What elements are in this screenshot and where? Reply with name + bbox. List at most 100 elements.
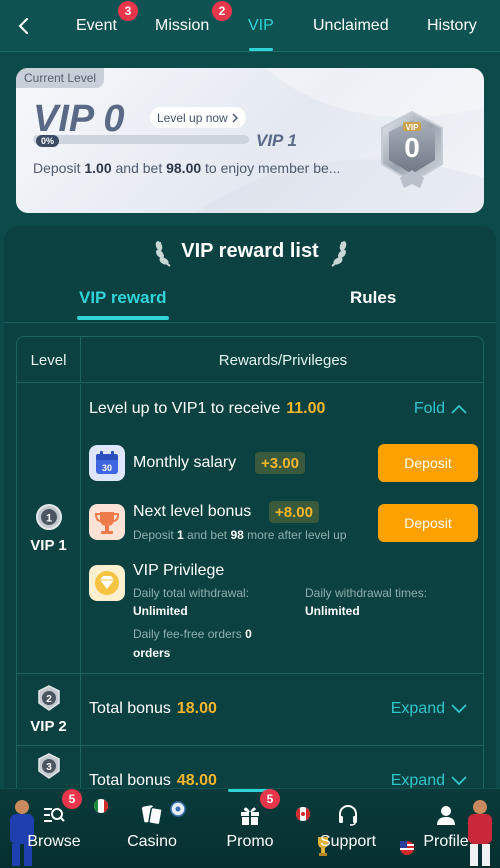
fold-toggle[interactable]: Fold [414,400,467,418]
laurel-right-icon [331,241,347,267]
tab-vip[interactable]: VIP [248,0,274,52]
next-level-bonus-requirement: Deposit 1 and bet 98 more after level up [133,528,347,542]
sub-deposit: 1 [177,528,184,542]
monthly-salary-amount: +3.00 [255,452,305,474]
svg-text:2: 2 [46,694,52,705]
svg-text:3: 3 [46,762,52,773]
sub-bet: 98 [230,528,244,542]
summary-text: Total bonus [89,772,171,789]
total-withdrawal-value: Unlimited [133,604,188,618]
level-3-badge-icon: 3 [37,753,60,779]
monthly-deposit-button[interactable]: Deposit [378,444,478,482]
active-subtab-indicator [77,316,169,320]
tab-rules[interactable]: Rules [350,288,396,308]
sub-tab-label: Rules [350,288,397,307]
chevron-right-icon [232,113,238,122]
feefree-value: 0 [245,627,252,641]
vip-progress-bar [33,135,249,144]
vip1-reward-summary: Level up to VIP1 to receive 11.00 [89,400,325,418]
next-level-deposit-button[interactable]: Deposit [378,504,478,542]
mission-badge: 2 [212,1,232,21]
level-1-badge-icon: 1 [35,504,62,530]
event-badge: 3 [118,1,138,21]
chevron-left-icon [18,17,28,34]
sub-post: more after level up [243,528,347,542]
sub-tab-label: VIP reward [79,288,167,307]
row-divider [17,673,483,674]
nav-label: Support [319,833,377,850]
header-level: Level [17,337,81,383]
row-divider [17,745,483,746]
tab-label: Unclaimed [313,17,389,34]
vip-reward-panel: VIP reward list VIP reward Rules Level R… [4,226,496,806]
fold-label: Fold [413,400,445,417]
trophy-icon [89,504,125,540]
level-cell-vip2: 2 VIP 2 [17,674,81,745]
summary-amount: 48.00 [176,772,217,789]
nav-promo[interactable]: Promo [200,789,300,868]
tab-label: Event [76,17,117,34]
current-vip-card: Current Level VIP 0 Level up now 0% VIP … [16,68,484,213]
total-withdrawal-label: Daily total withdrawal: [133,586,250,600]
summary-amount: 11.00 [286,400,326,417]
sub-pre: Deposit [133,528,178,542]
level-2-badge-icon: 2 [37,685,60,711]
nav-profile[interactable]: Profile [396,789,496,868]
summary-text: Total bonus [89,700,171,717]
back-button[interactable] [0,0,48,52]
level-cell-vip1: 1 VIP 1 [17,384,81,673]
reward-list-title: VIP reward list [181,240,319,262]
vip2-reward-summary: Total bonus 18.00 [89,700,217,718]
browse-badge: 5 [62,789,82,809]
current-level-tag: Current Level [16,68,105,88]
tab-history[interactable]: History [427,0,477,52]
tab-label: History [427,17,477,34]
cards-icon [142,805,163,826]
user-icon [437,806,455,825]
nav-casino[interactable]: Casino [102,789,202,868]
tab-vip-reward[interactable]: VIP reward [77,288,169,320]
nav-label: Profile [423,833,469,850]
nav-label: Browse [27,833,81,850]
promo-badge: 5 [260,789,280,809]
diamond-icon [89,565,125,601]
bottom-navigation: Browse 5 Casino Promo 5 Support Profile [0,788,500,868]
gift-icon [241,807,259,825]
tab-event[interactable]: Event [76,0,117,52]
nav-label: Promo [226,833,274,850]
next-level-bonus-amount: +8.00 [269,501,319,523]
progress-percent-label: 0% [36,135,60,147]
summary-text: Level up to VIP1 to receive [89,400,281,417]
vip-privilege-label: VIP Privilege [133,562,225,579]
level-label: VIP 2 [30,718,67,735]
active-tab-indicator [248,48,273,51]
medal-vip-tag: VIP [405,123,419,132]
expand-toggle-vip2[interactable]: Expand [391,700,467,718]
desc-bet-amount: 98.00 [166,160,202,176]
tab-label: VIP [248,17,274,34]
headset-icon [339,805,357,826]
feefree-unit: orders [133,646,171,660]
tab-label: Mission [155,17,210,34]
vip-requirement-text: Deposit 1.00 and bet 98.00 to enjoy memb… [33,160,340,176]
sub-mid: and bet [183,528,231,542]
divider [4,322,496,323]
feefree-label: Daily fee-free orders [133,627,242,641]
desc-pre: Deposit [33,160,85,176]
desc-deposit-amount: 1.00 [84,160,112,176]
chevron-down-icon [451,704,467,714]
nav-support[interactable]: Support [298,789,398,868]
next-level-label: VIP 1 [256,131,297,150]
table-header: Level Rewards/Privileges [17,337,483,383]
calendar-icon: 30 [89,445,125,481]
tab-mission[interactable]: Mission [155,0,209,52]
summary-amount: 18.00 [176,700,217,717]
desc-post: to enjoy member be... [201,160,341,176]
next-level-bonus-label: Next level bonus [133,503,252,520]
feefree-orders-text: Daily fee-free orders 0 [133,627,252,641]
level-up-button[interactable]: Level up now [150,107,246,128]
nav-browse[interactable]: Browse [4,789,104,868]
medal-number: 0 [404,132,420,163]
tab-unclaimed[interactable]: Unclaimed [313,0,389,52]
svg-text:30: 30 [102,463,112,473]
